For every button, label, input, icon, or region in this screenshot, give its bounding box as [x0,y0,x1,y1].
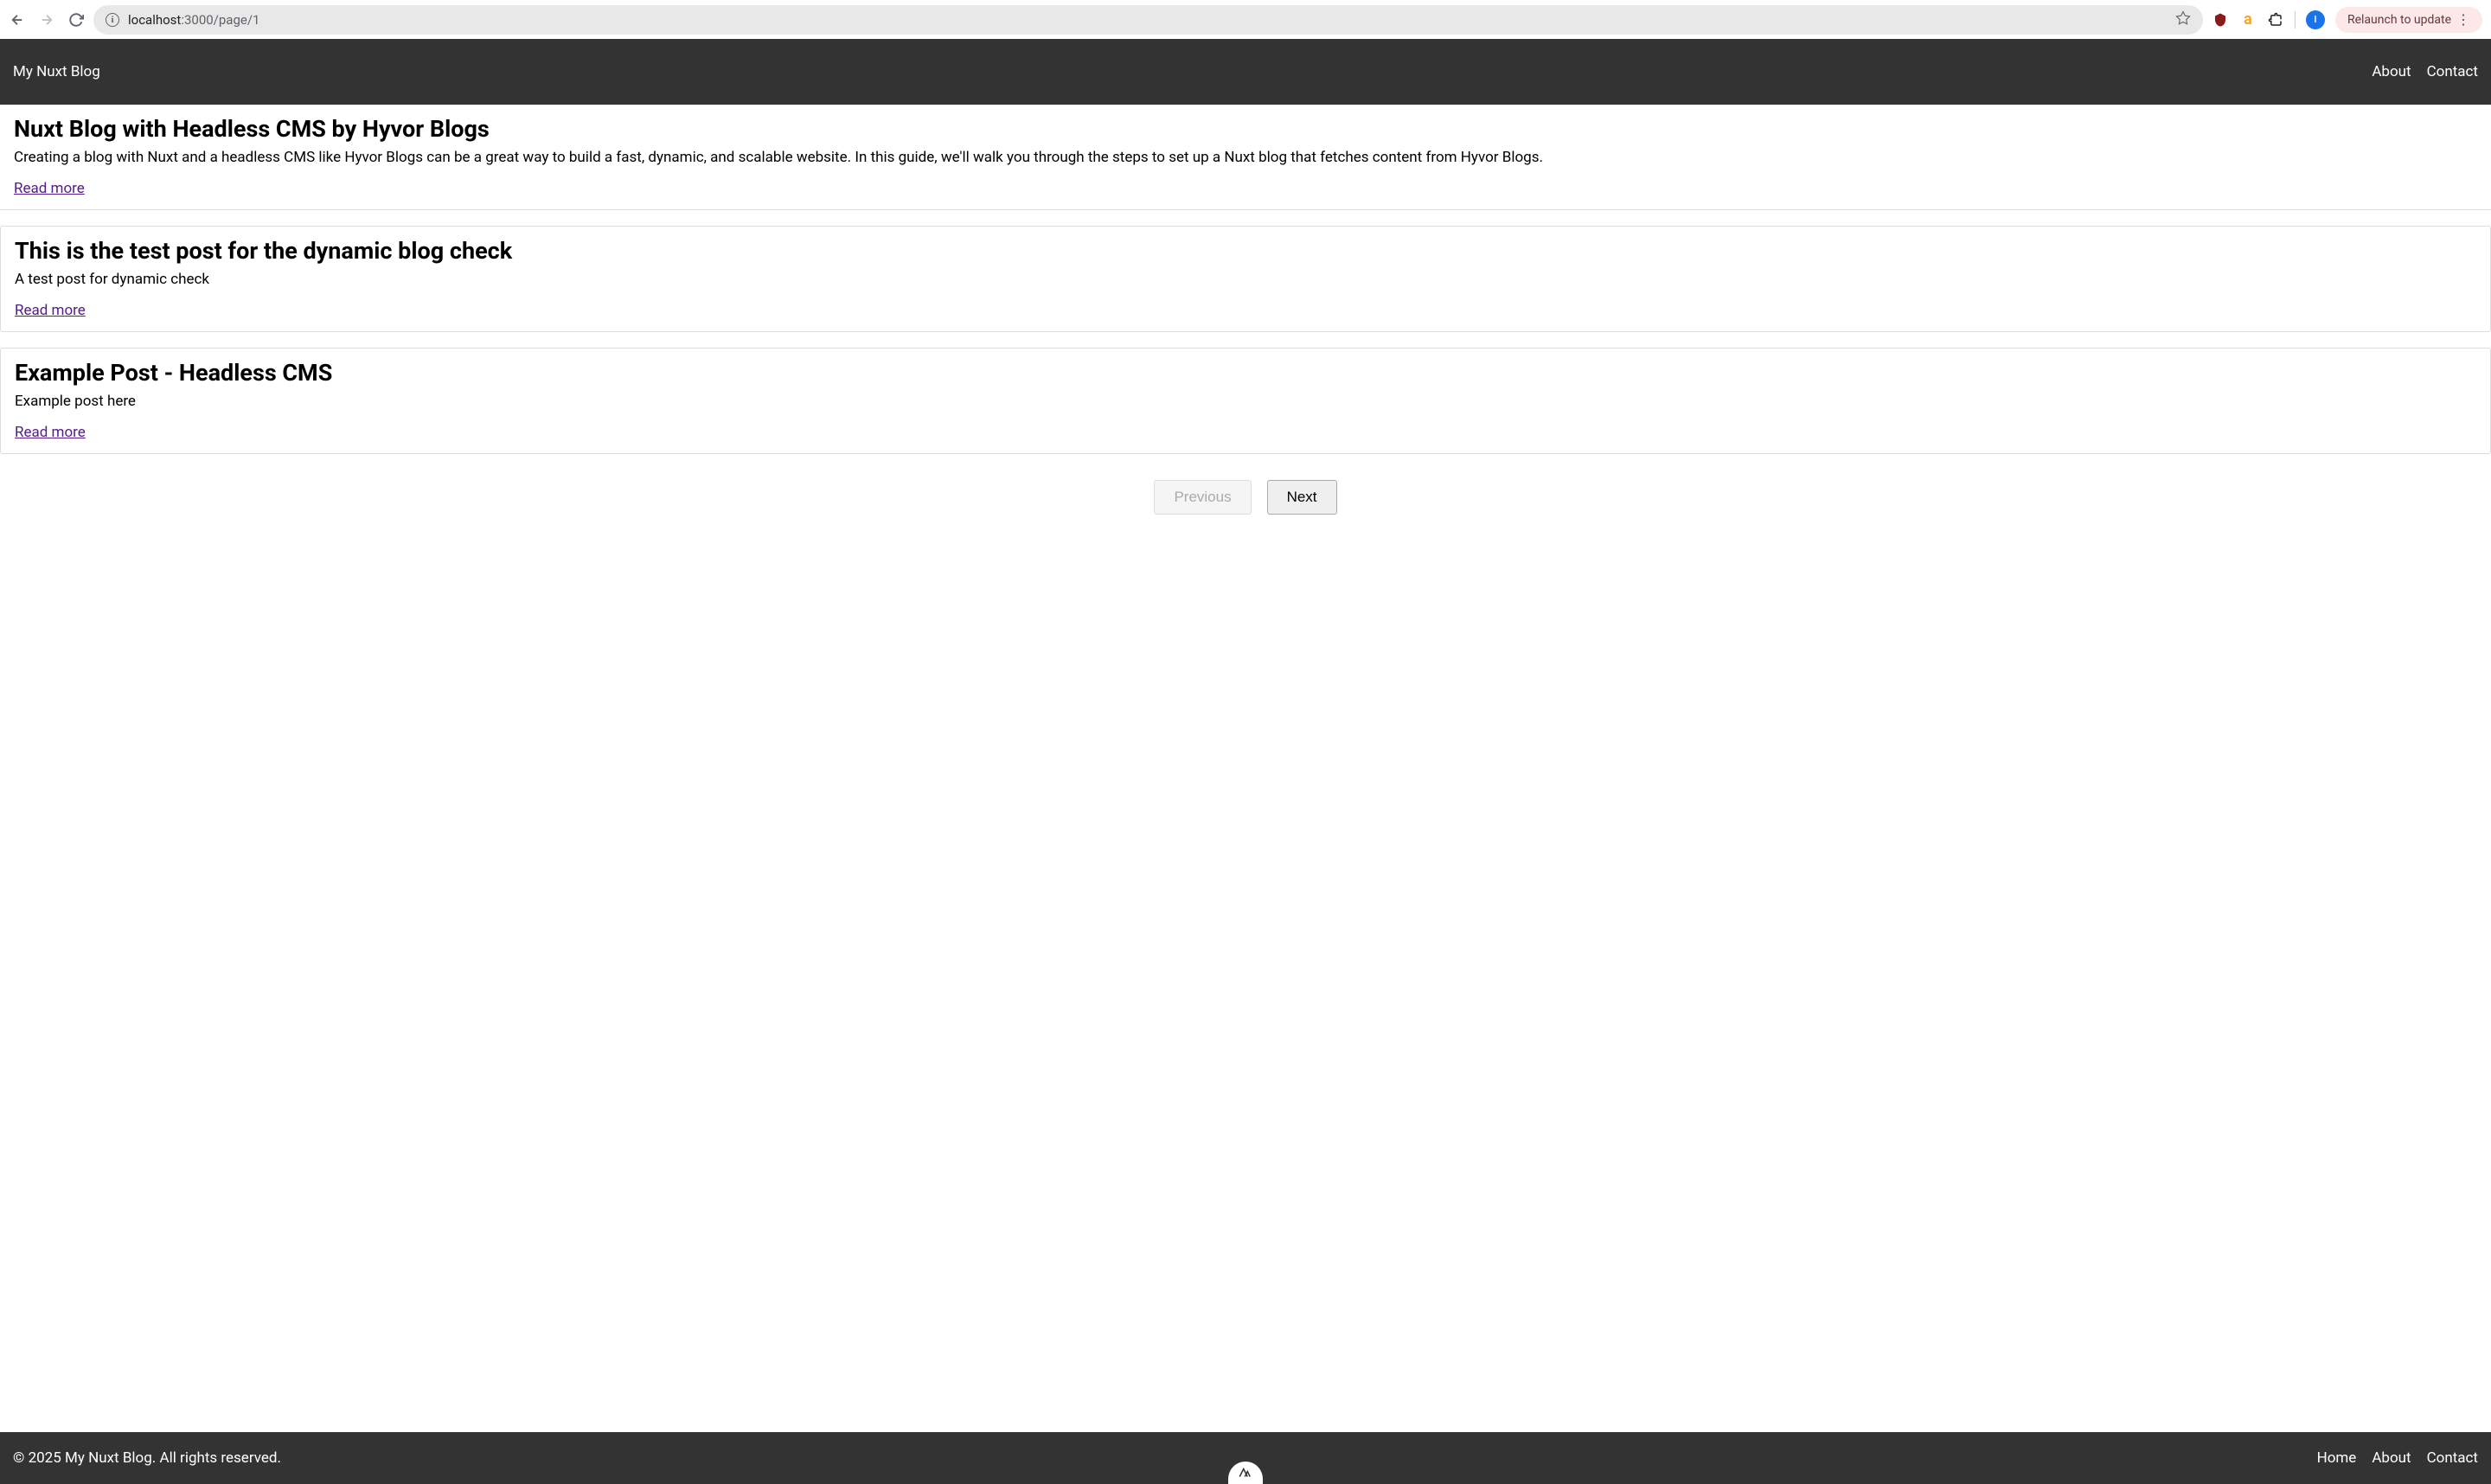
site-info-icon[interactable]: i [106,13,119,27]
more-menu-icon: ⋮ [2456,13,2470,27]
footer-nav: Home About Contact [2317,1449,2478,1467]
site-footer: © 2025 My Nuxt Blog. All rights reserved… [0,1432,2491,1484]
previous-button: Previous [1154,480,1251,515]
post-title: Example Post - Headless CMS [15,359,2476,387]
post-excerpt: Example post here [15,392,2476,412]
next-button[interactable]: Next [1267,480,1337,515]
read-more-link[interactable]: Read more [14,180,85,197]
ublock-extension-icon[interactable] [2212,11,2229,29]
footer-link-contact[interactable]: Contact [2427,1449,2478,1467]
relaunch-update-button[interactable]: Relaunch to update ⋮ [2335,7,2482,33]
extension-a-icon[interactable]: a [2239,11,2257,29]
post-card: Example Post - Headless CMS Example post… [0,348,2491,454]
footer-link-about[interactable]: About [2372,1449,2411,1467]
page-viewport: My Nuxt Blog About Contact Nuxt Blog wit… [0,39,2491,1484]
reload-button[interactable] [67,11,85,29]
post-card: This is the test post for the dynamic bl… [0,226,2491,332]
posts-list: Nuxt Blog with Headless CMS by Hyvor Blo… [0,105,2491,454]
post-card: Nuxt Blog with Headless CMS by Hyvor Blo… [0,105,2491,210]
header-nav: About Contact [2372,63,2478,80]
url-display: localhost:3000/page/1 [128,12,259,28]
site-title[interactable]: My Nuxt Blog [13,63,100,80]
post-title: This is the test post for the dynamic bl… [15,237,2476,265]
nav-link-about[interactable]: About [2372,63,2411,80]
profile-avatar[interactable]: I [2306,10,2325,29]
chrome-right-controls: a I Relaunch to update ⋮ [2212,7,2482,33]
spacer [0,541,2491,1432]
copyright-text: © 2025 My Nuxt Blog. All rights reserved… [13,1449,281,1467]
read-more-link[interactable]: Read more [15,302,86,319]
address-bar[interactable]: i localhost:3000/page/1 [93,5,2203,35]
bookmark-star-icon[interactable] [2175,10,2191,29]
browser-toolbar: i localhost:3000/page/1 a I Relaunch to … [0,0,2491,39]
back-button[interactable] [9,11,26,29]
nav-link-contact[interactable]: Contact [2427,63,2478,80]
forward-button[interactable] [38,11,55,29]
site-header: My Nuxt Blog About Contact [0,39,2491,105]
nav-button-group [9,11,85,29]
nuxt-devtools-icon[interactable] [1228,1462,1263,1484]
footer-link-home[interactable]: Home [2317,1449,2357,1467]
toolbar-separator [2295,11,2296,29]
post-title: Nuxt Blog with Headless CMS by Hyvor Blo… [14,115,2477,143]
pagination: Previous Next [0,454,2491,541]
post-excerpt: Creating a blog with Nuxt and a headless… [14,148,2477,168]
extensions-icon[interactable] [2267,11,2284,29]
relaunch-label: Relaunch to update [2347,13,2451,27]
read-more-link[interactable]: Read more [15,424,86,441]
post-excerpt: A test post for dynamic check [15,270,2476,290]
